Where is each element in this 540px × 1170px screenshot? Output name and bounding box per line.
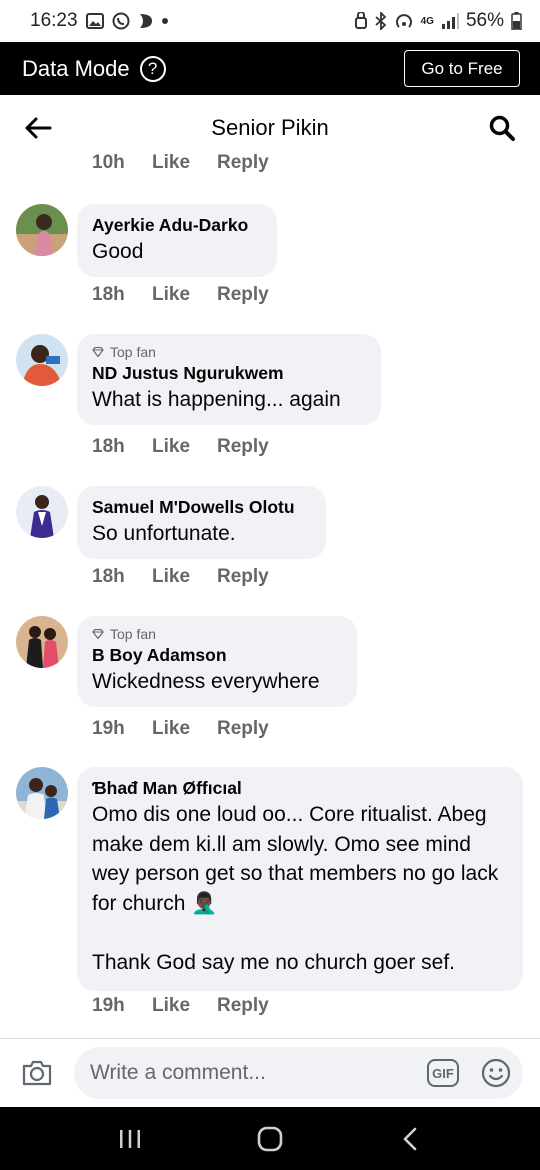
diamond-icon xyxy=(92,629,104,639)
bluetooth-icon xyxy=(375,12,387,30)
comment-time: 18h xyxy=(92,284,125,305)
reply-button[interactable]: Reply xyxy=(217,284,269,306)
smiley-icon[interactable] xyxy=(481,1058,511,1088)
comment-author[interactable]: Samuel M'Dowells Olotu xyxy=(92,496,310,519)
comment-actions: 18h Like Reply xyxy=(92,566,269,588)
comment-text: Omo dis one loud oo... Core ritualist. A… xyxy=(92,803,499,974)
help-icon[interactable]: ? xyxy=(139,55,166,82)
system-nav-bar xyxy=(0,1107,540,1170)
top-fan-label: Top fan xyxy=(110,344,156,360)
data-mode-title: Data Mode xyxy=(22,55,130,81)
signal-icon xyxy=(441,13,459,29)
gif-button[interactable]: GIF xyxy=(427,1059,459,1087)
status-time: 16:23 xyxy=(30,10,78,31)
avatar[interactable] xyxy=(16,767,68,819)
like-button[interactable]: Like xyxy=(152,566,217,588)
comment-author[interactable]: B Boy Adamson xyxy=(92,644,341,667)
avatar[interactable] xyxy=(16,616,68,668)
diamond-icon xyxy=(92,347,104,357)
app-notification-icon xyxy=(138,12,154,30)
network-type-label: 4G xyxy=(420,15,434,27)
comment-text: What is happening... again xyxy=(92,388,341,411)
alarm-icon xyxy=(354,12,368,30)
avatar[interactable] xyxy=(16,204,68,256)
comment-input[interactable]: Write a comment... GIF xyxy=(74,1047,523,1099)
comments-list: 10h Like Reply Ayerkie Adu-Darko Good 18… xyxy=(0,150,540,1038)
camera-icon[interactable] xyxy=(20,1056,54,1090)
data-mode-bar: Data Mode ? Go to Free xyxy=(0,42,540,95)
comment-text: So unfortunate. xyxy=(92,522,236,545)
home-icon[interactable] xyxy=(250,1119,290,1159)
top-fan-label: Top fan xyxy=(110,626,156,642)
comment-time: 19h xyxy=(92,718,125,739)
comment-author[interactable]: Ayerkie Adu-Darko xyxy=(92,214,261,237)
comment-bubble[interactable]: Top fan ND Justus Ngurukwem What is happ… xyxy=(77,334,381,425)
avatar[interactable] xyxy=(16,334,68,386)
comment-composer: Write a comment... GIF xyxy=(0,1038,540,1107)
comment-actions: 18h Like Reply xyxy=(92,284,269,306)
comment-bubble[interactable]: Samuel M'Dowells Olotu So unfortunate. xyxy=(77,486,326,559)
comment-actions: 19h Like Reply xyxy=(92,718,269,740)
comment-actions: 19h Like Reply xyxy=(92,995,269,1017)
page-title: Senior Pikin xyxy=(211,115,329,140)
go-to-free-button[interactable]: Go to Free xyxy=(404,50,520,87)
whatsapp-icon xyxy=(112,12,130,30)
more-notifications-dot-icon xyxy=(161,18,168,24)
comment-actions: 18h Like Reply xyxy=(92,436,269,458)
gallery-icon xyxy=(85,13,104,29)
comment-author[interactable]: ND Justus Ngurukwem xyxy=(92,362,365,385)
recents-icon[interactable] xyxy=(110,1119,150,1159)
search-icon[interactable] xyxy=(486,112,518,144)
comment-time: 10h xyxy=(92,152,125,173)
like-button[interactable]: Like xyxy=(152,284,217,306)
top-fan-badge: Top fan xyxy=(92,626,341,642)
like-button[interactable]: Like xyxy=(152,436,217,458)
reply-button[interactable]: Reply xyxy=(217,436,269,458)
comment-text: Wickedness everywhere xyxy=(92,670,320,693)
like-button[interactable]: Like xyxy=(152,152,217,174)
comment-author[interactable]: Ɓhađ Man Øffıcıal xyxy=(92,777,507,800)
nav-back-icon[interactable] xyxy=(390,1119,430,1159)
comment-time: 19h xyxy=(92,995,125,1016)
avatar[interactable] xyxy=(16,486,68,538)
comment-time: 18h xyxy=(92,566,125,587)
reply-button[interactable]: Reply xyxy=(217,995,269,1017)
comment-input-placeholder: Write a comment... xyxy=(90,1061,266,1084)
comment-bubble[interactable]: Ayerkie Adu-Darko Good xyxy=(77,204,277,277)
hotspot-icon xyxy=(394,12,414,30)
comment-time: 18h xyxy=(92,436,125,457)
cut-off-comment-actions: 10h Like Reply xyxy=(92,152,269,174)
comment-bubble[interactable]: Ɓhađ Man Øffıcıal Omo dis one loud oo...… xyxy=(77,767,523,991)
reply-button[interactable]: Reply xyxy=(217,152,269,174)
battery-icon xyxy=(511,12,522,30)
status-bar: 16:23 4G 56% xyxy=(0,0,540,42)
comment-text: Good xyxy=(92,240,144,263)
reply-button[interactable]: Reply xyxy=(217,566,269,588)
comment-bubble[interactable]: Top fan B Boy Adamson Wickedness everywh… xyxy=(77,616,357,707)
reply-button[interactable]: Reply xyxy=(217,718,269,740)
top-fan-badge: Top fan xyxy=(92,344,365,360)
arrow-left-icon[interactable] xyxy=(22,112,54,144)
battery-percent: 56% xyxy=(465,10,504,31)
like-button[interactable]: Like xyxy=(152,718,217,740)
like-button[interactable]: Like xyxy=(152,995,217,1017)
